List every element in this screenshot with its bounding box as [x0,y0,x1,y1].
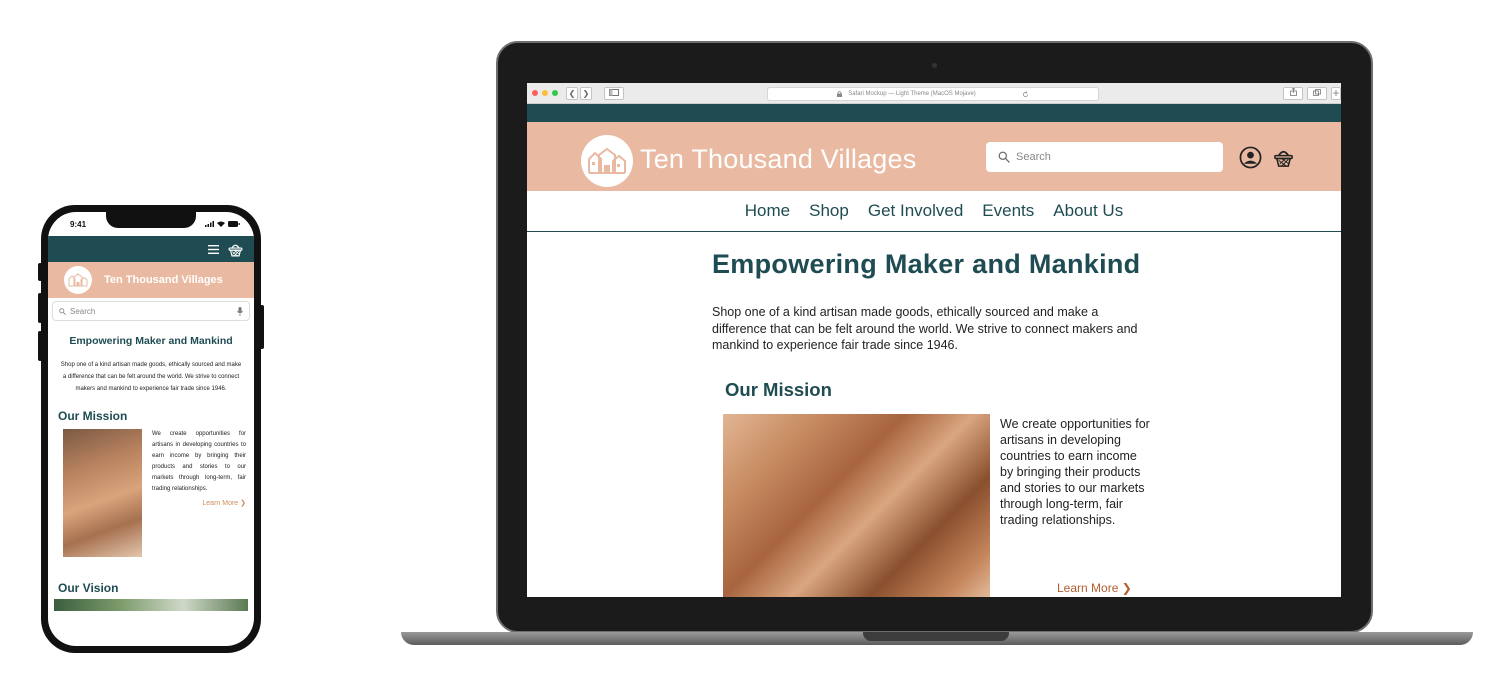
hero-intro: Shop one of a kind artisan made goods, e… [712,305,1138,352]
vision-heading: Our Vision [58,581,119,595]
zoom-window-icon[interactable] [552,90,558,96]
hero-intro: Shop one of a kind artisan made goods, e… [60,362,242,392]
close-window-icon[interactable] [532,90,538,96]
nav-item-events[interactable]: Events [982,201,1034,221]
mission-heading: Our Mission [725,379,832,400]
village-logo-icon [588,147,626,174]
mission-text: We create opportunities for artisans in … [1000,417,1150,527]
safari-toolbar: ❮ ❯ Safari Mockup — Light Theme (MacOS M… [527,83,1341,104]
brand-logo[interactable] [581,135,633,187]
hero-title: Empowering Maker and Mankind [69,335,233,347]
address-bar[interactable]: Safari Mockup — Light Theme (MacOS Mojav… [767,87,1099,101]
mission-heading: Our Mission [58,409,128,423]
address-text: Safari Mockup — Light Theme (MacOS Mojav… [848,91,976,97]
search-icon [59,307,66,315]
phone-power-button [260,305,264,349]
plus-icon [1333,90,1339,96]
mission-image [723,414,990,597]
search-icon [998,151,1010,163]
share-icon [1289,87,1297,96]
phone-brand-bar: Ten Thousand Villages [48,262,254,298]
site-header: Ten Thousand Villages Search [527,122,1341,191]
mission-section: We create opportunities for artisans in … [48,429,254,557]
phone-volume-down [38,331,42,361]
sidebar-toggle-button[interactable] [604,86,624,100]
battery-icon [228,221,240,227]
signal-icon [205,221,214,227]
village-logo-icon [68,273,88,287]
phone-search-field[interactable]: Search [52,301,250,321]
search-placeholder: Search [70,306,96,316]
back-button[interactable]: ❮ [566,86,578,100]
nav-item-get-involved[interactable]: Get Involved [868,201,963,221]
nav-item-about-us[interactable]: About Us [1053,201,1123,221]
mic-icon[interactable] [237,306,243,316]
learn-more-link[interactable]: Learn More ❯ [1057,581,1132,595]
tabs-button[interactable] [1307,87,1327,100]
site-top-bar [527,104,1341,122]
tabs-icon [1313,89,1321,96]
phone-screen: 9:41 Ten Thousand Villages Search Empowe… [48,212,254,646]
phone-side-button [38,263,42,281]
brand-logo[interactable] [64,266,92,294]
mission-image [63,429,142,557]
new-tab-button[interactable] [1331,87,1341,100]
laptop-screen: ❮ ❯ Safari Mockup — Light Theme (MacOS M… [527,83,1341,597]
phone-top-bar [48,236,254,262]
phone-volume-up [38,293,42,323]
camera [932,63,937,68]
basket-icon[interactable] [1272,146,1295,169]
share-button[interactable] [1283,87,1303,100]
reload-icon[interactable] [1022,90,1029,98]
sidebar-icon [609,88,619,96]
brand-name: Ten Thousand Villages [104,274,223,286]
forward-button[interactable]: ❯ [580,86,592,100]
nav-item-shop[interactable]: Shop [809,201,849,221]
search-placeholder: Search [1016,151,1051,163]
account-icon[interactable] [1239,146,1262,169]
mission-text: We create opportunities for artisans in … [152,431,246,492]
minimize-window-icon[interactable] [542,90,548,96]
brand-name: Ten Thousand Villages [640,144,917,174]
main-nav: Home Shop Get Involved Events About Us [527,191,1341,232]
vision-image [54,599,248,611]
search-input[interactable]: Search [986,142,1223,172]
phone-mockup: 9:41 Ten Thousand Villages Search Empowe… [38,205,264,653]
laptop-hinge-notch [863,632,1009,641]
menu-icon[interactable] [208,244,219,254]
hero-title: Empowering Maker and Mankind [712,249,1141,279]
nav-item-home[interactable]: Home [745,201,790,221]
basket-icon[interactable] [227,241,244,258]
learn-more-link[interactable]: Learn More ❯ [152,499,246,507]
wifi-icon [217,221,225,227]
status-time: 9:41 [70,219,87,229]
phone-notch [106,212,196,228]
lock-icon [837,91,843,97]
